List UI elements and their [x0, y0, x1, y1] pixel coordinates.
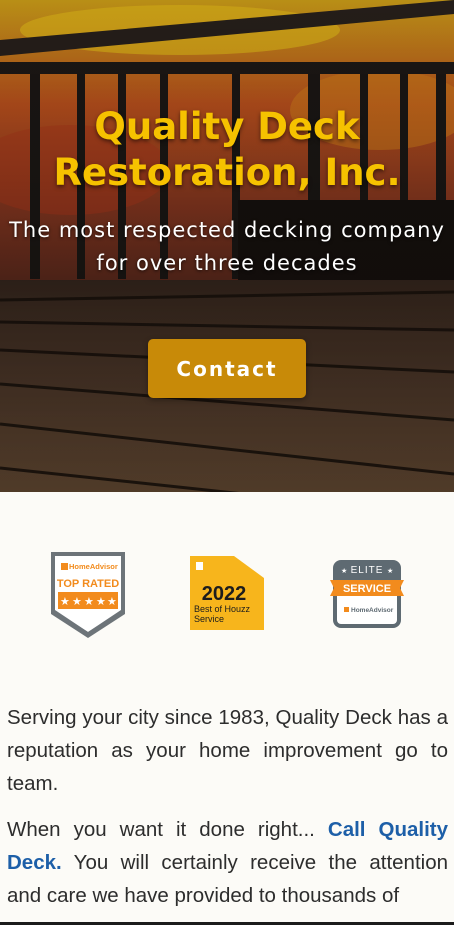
svg-text:★: ★	[341, 567, 347, 575]
intro-paragraph-1: Serving your city since 1983, Quality De…	[7, 706, 448, 795]
svg-text:★: ★	[60, 595, 70, 608]
elite-service-badge: ELITE ★ ★ SERVICE HomeAdvisor	[330, 560, 404, 628]
title-line-1: Quality Deck	[94, 105, 360, 148]
svg-text:Best of Houzz: Best of Houzz	[194, 604, 251, 614]
svg-text:★: ★	[72, 595, 82, 608]
svg-text:TOP RATED: TOP RATED	[57, 578, 119, 590]
subtitle-line-2: for over three decades	[96, 251, 358, 275]
paragraph-2-tail: You will certainly receive the attention…	[7, 851, 448, 907]
svg-text:★: ★	[96, 595, 106, 608]
svg-text:HomeAdvisor: HomeAdvisor	[351, 607, 394, 614]
hero-subtitle: The most respected decking company for o…	[6, 214, 448, 280]
svg-text:★: ★	[387, 567, 393, 575]
svg-text:ELITE: ELITE	[351, 565, 384, 576]
contact-button[interactable]: Contact	[148, 339, 306, 398]
svg-text:★: ★	[84, 595, 94, 608]
best-of-houzz-badge: 2022 Best of Houzz Service	[190, 556, 264, 630]
svg-text:HomeAdvisor: HomeAdvisor	[69, 562, 118, 571]
intro-copy: Serving your city since 1983, Quality De…	[7, 701, 448, 925]
badges-section: HomeAdvisor TOP RATED ★ ★ ★ ★ ★ 2022 Bes…	[0, 492, 454, 682]
intro-paragraph-2: When you want it done right... Call Qual…	[7, 813, 448, 912]
hero-section: Quality Deck Restoration, Inc. The most …	[0, 0, 454, 492]
svg-text:SERVICE: SERVICE	[343, 583, 391, 595]
subtitle-line-1: The most respected decking company	[9, 218, 445, 242]
paragraph-2-lead: When you want it done right...	[7, 818, 328, 841]
svg-text:★: ★	[107, 595, 117, 608]
hero-content: Quality Deck Restoration, Inc. The most …	[0, 0, 454, 492]
svg-text:2022: 2022	[202, 583, 247, 605]
svg-text:Service: Service	[194, 614, 224, 624]
home-advisor-top-rated-badge: HomeAdvisor TOP RATED ★ ★ ★ ★ ★	[51, 552, 125, 638]
title-line-2: Restoration, Inc.	[53, 151, 401, 194]
page-title: Quality Deck Restoration, Inc.	[0, 104, 454, 196]
